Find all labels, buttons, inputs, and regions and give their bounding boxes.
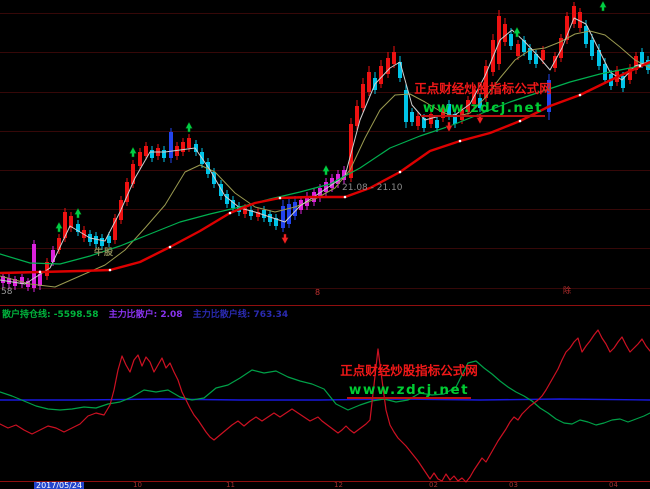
stock-chart-screen: 58 牛股 21.08 - 21.10 正点财经炒股指标公式网 www.zdcj…: [0, 0, 650, 489]
watermark-top: 正点财经炒股指标公式网 www.zdcj.net: [413, 81, 553, 117]
watermark-bottom: 正点财经炒股指标公式网 www.zdcj.net: [338, 363, 480, 399]
axis-ticks: 10 11 12 02 03 04: [0, 482, 650, 489]
indicator-header: 散户持仓线: -5598.58 主力比散户: 2.08 主力比散户线: 763.…: [2, 307, 295, 320]
price-range-label: 21.08 - 21.10: [342, 183, 403, 193]
indicator-main-vs-retail-line: 主力比散户线: 763.34: [193, 310, 288, 320]
axis-tick: 03: [509, 482, 518, 489]
axis-tick: 10: [133, 482, 142, 489]
event-mark: 除: [563, 287, 571, 295]
watermark-url: www.zdcj.net: [347, 383, 471, 399]
watermark-title: 正点财经炒股指标公式网: [413, 81, 553, 97]
price-axis-fragment: 58: [1, 287, 12, 297]
indicator-retail-position: 散户持仓线: -5598.58: [2, 310, 98, 320]
watermark-title: 正点财经炒股指标公式网: [338, 363, 480, 379]
bull-stock-tag: 牛股: [94, 245, 114, 258]
indicator-main-vs-retail: 主力比散户: 2.08: [109, 310, 183, 320]
axis-tick: 02: [429, 482, 438, 489]
axis-tick: 11: [226, 482, 235, 489]
event-mark: 8: [315, 289, 320, 297]
watermark-url: www.zdcj.net: [421, 101, 545, 117]
axis-tick: 12: [334, 482, 343, 489]
axis-tick: 04: [609, 482, 618, 489]
